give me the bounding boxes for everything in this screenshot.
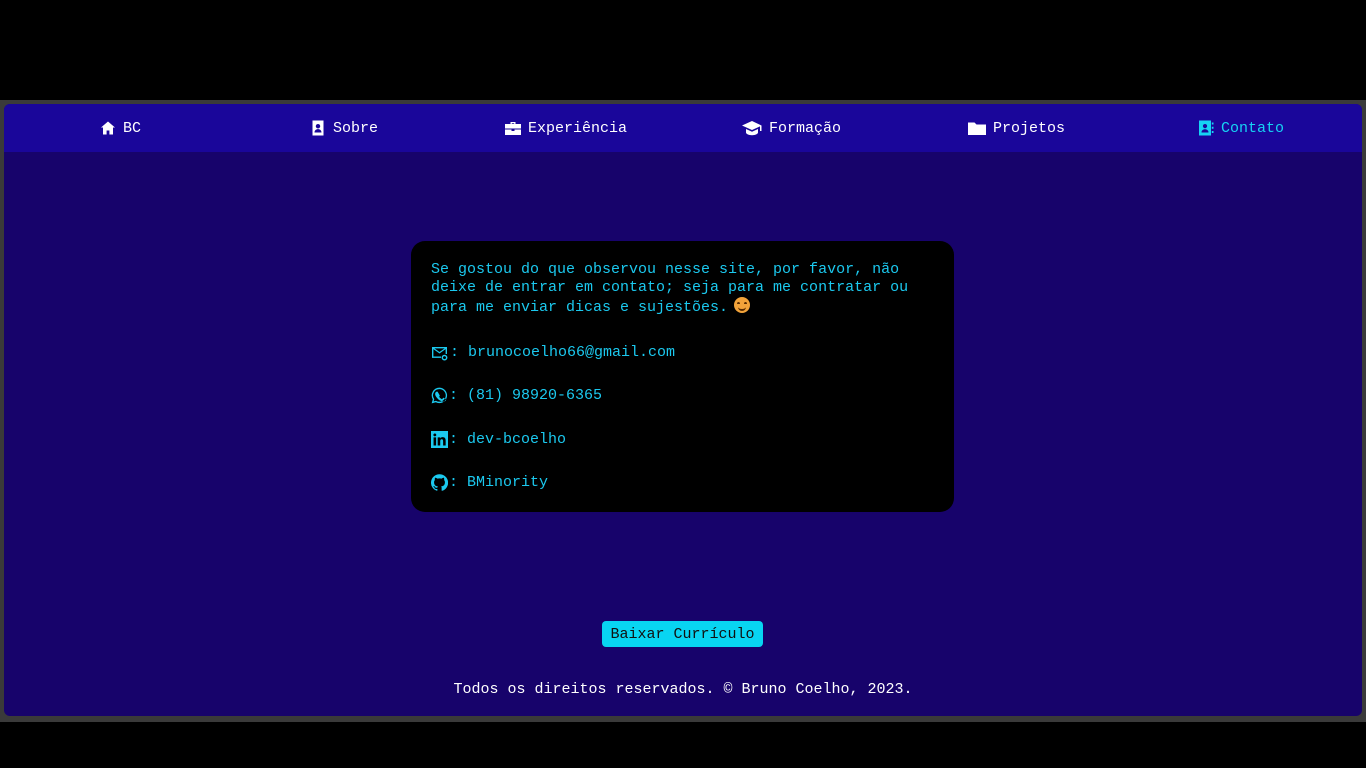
- browser-top-area: [0, 0, 1366, 100]
- github-icon: [431, 473, 448, 491]
- nav-item-label: Contato: [1221, 119, 1285, 137]
- nav-item-home[interactable]: BC: [100, 118, 141, 138]
- nav-item-label: Projetos: [993, 119, 1066, 137]
- footer: Todos os direitos reservados. © Bruno Co…: [453, 681, 913, 698]
- nav-item-projetos[interactable]: Projetos: [968, 118, 1065, 138]
- contact-linkedin[interactable]: dev-bcoelho: [467, 431, 566, 448]
- contact-separator: :: [449, 430, 459, 448]
- browser-bottom-area: [0, 722, 1366, 768]
- home-icon: [101, 121, 115, 135]
- contact-linkedin-row: : dev-bcoelho: [431, 429, 566, 449]
- smiling-face-icon: [734, 297, 751, 313]
- contact-separator: :: [450, 343, 460, 361]
- nav-item-experiencia[interactable]: Experiência: [505, 118, 627, 138]
- page: BC Sobre Experiência Formação Projetos C…: [4, 104, 1362, 716]
- nav-item-contato[interactable]: Contato: [1198, 118, 1284, 138]
- contact-card-icon: [312, 120, 324, 136]
- nav-item-label: BC: [123, 119, 142, 137]
- nav-item-formacao[interactable]: Formação: [742, 118, 841, 138]
- contact-phone[interactable]: (81) 98920-6365: [467, 387, 602, 404]
- nav-item-label: Sobre: [333, 119, 379, 137]
- address-book-icon: [1199, 120, 1214, 136]
- email-icon: [432, 346, 448, 360]
- contact-intro: Se gostou do que observou nesse site, po…: [431, 261, 941, 317]
- contact-separator: :: [449, 473, 459, 491]
- navbar: BC Sobre Experiência Formação Projetos C…: [4, 104, 1362, 152]
- nav-item-label: Experiência: [528, 119, 628, 137]
- contact-github[interactable]: BMinority: [467, 474, 548, 491]
- contact-email-row: : brunocoelho66@gmail.com: [431, 342, 675, 362]
- briefcase-icon: [505, 122, 521, 135]
- contact-email[interactable]: brunocoelho66@gmail.com: [468, 344, 675, 361]
- whatsapp-icon: [431, 387, 448, 403]
- contact-intro-text: Se gostou do que observou nesse site, po…: [431, 261, 909, 316]
- contact-github-row: : BMinority: [431, 472, 548, 492]
- contact-whatsapp-row: : (81) 98920-6365: [431, 385, 602, 405]
- nav-item-sobre[interactable]: Sobre: [310, 118, 378, 138]
- contact-separator: :: [449, 386, 459, 404]
- download-resume-button[interactable]: Baixar Currículo: [602, 621, 763, 647]
- nav-item-label: Formação: [769, 119, 842, 137]
- linkedin-icon: [431, 430, 448, 448]
- contact-card: Se gostou do que observou nesse site, po…: [411, 241, 954, 512]
- folder-icon: [968, 122, 986, 135]
- graduation-cap-icon: [742, 121, 762, 136]
